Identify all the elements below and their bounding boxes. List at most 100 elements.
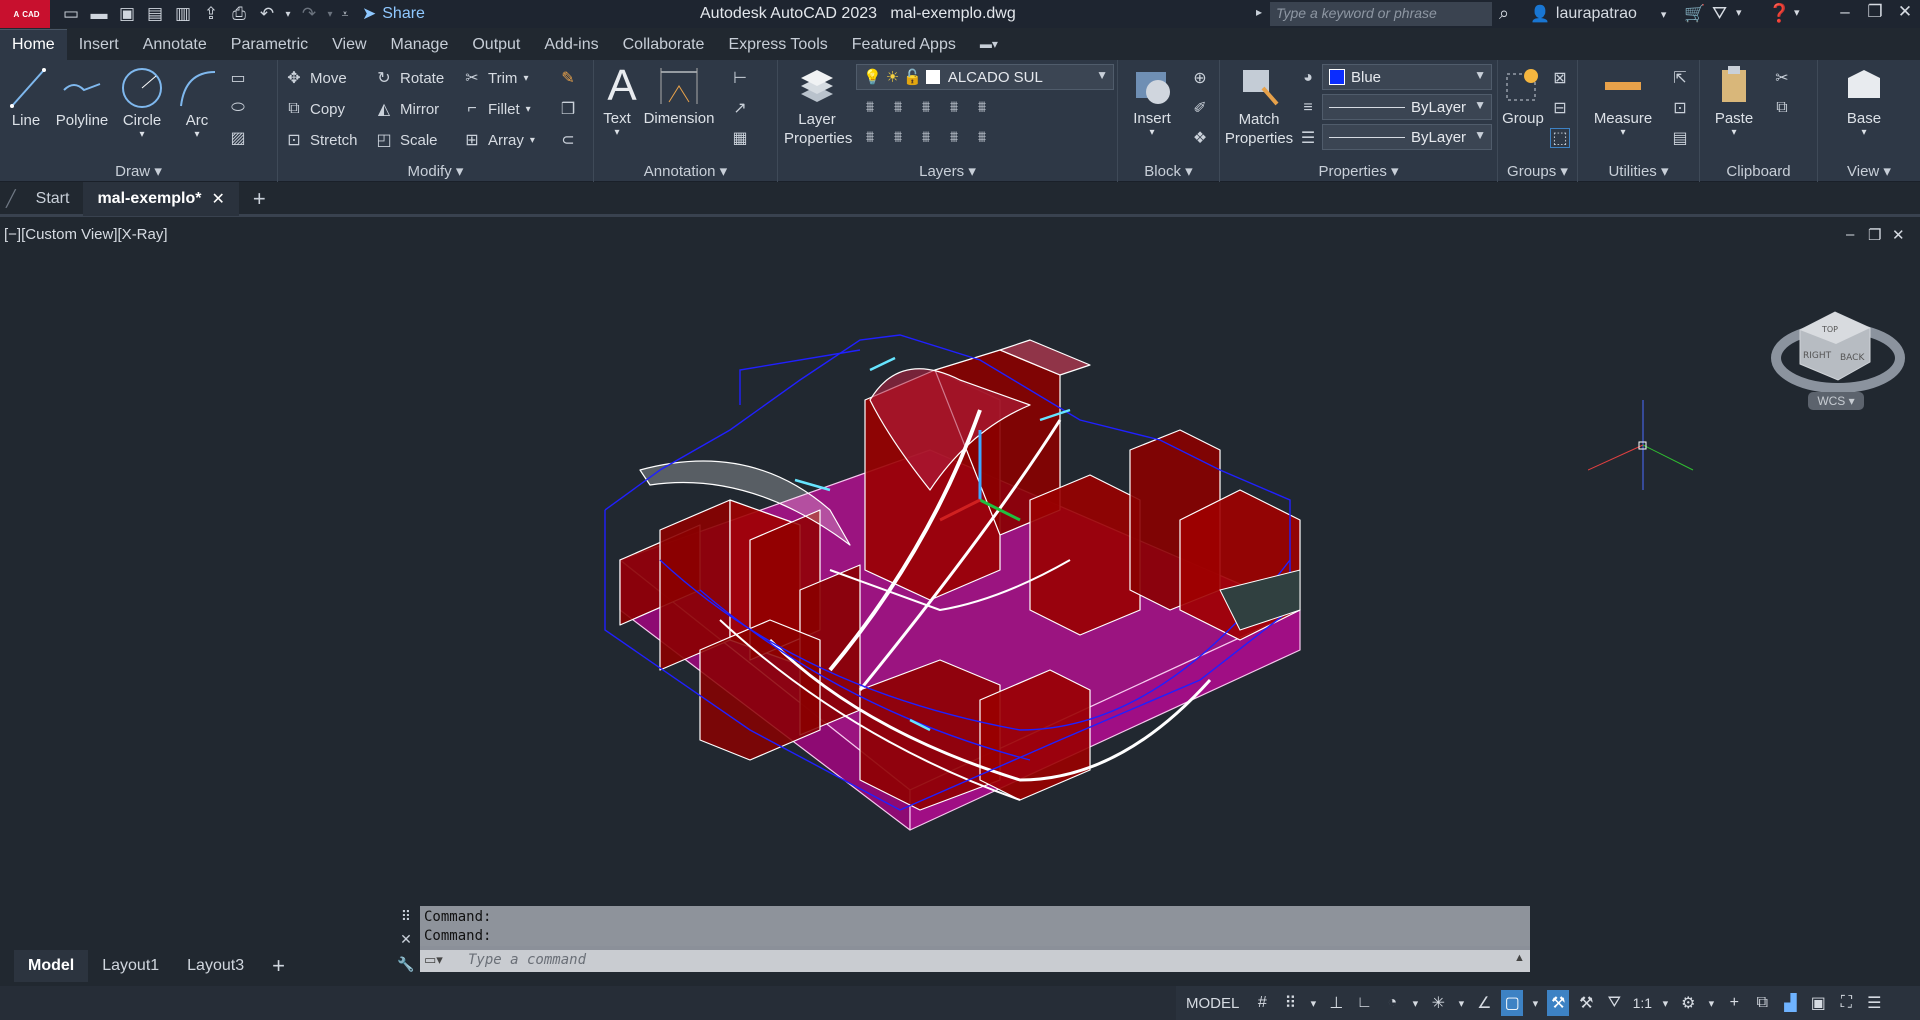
viewport-controls[interactable]: [−][Custom View][X-Ray]	[4, 226, 168, 243]
tab-add-ins[interactable]: Add-ins	[532, 30, 610, 60]
stretch-button[interactable]: ⊡ Stretch	[284, 130, 357, 150]
color-wheel-icon[interactable]: ◕	[1298, 68, 1318, 88]
polyline-button[interactable]: Polyline	[52, 66, 112, 129]
isodraft-icon[interactable]: ✳	[1427, 990, 1449, 1016]
restore-button[interactable]: ❐	[1860, 2, 1890, 26]
viewport-close-icon[interactable]: ✕	[1892, 226, 1905, 244]
autocad-logo[interactable]: A CAD	[0, 0, 50, 28]
viewcube-top-label[interactable]: TOP	[1821, 325, 1838, 334]
viewcube[interactable]: BACK RIGHT TOP WCS ▾	[1770, 290, 1910, 410]
command-prompt-icon[interactable]: ▭▾	[424, 952, 443, 968]
chevron-down-icon[interactable]: ▾	[1529, 990, 1541, 1016]
group-edit-icon[interactable]: ⊟	[1550, 98, 1570, 118]
open-folder-icon[interactable]: ▬	[86, 2, 112, 26]
plus-icon[interactable]: +	[1723, 990, 1745, 1016]
calculator-icon[interactable]: ▤	[1670, 128, 1690, 148]
redo-dropdown-icon[interactable]: ▾	[324, 2, 336, 26]
tab-annotate[interactable]: Annotate	[131, 30, 219, 60]
isolate-objects-icon[interactable]: ▣	[1807, 990, 1829, 1016]
undo-icon[interactable]: ↶	[254, 2, 280, 26]
scale-button[interactable]: ◰ Scale	[374, 130, 437, 150]
chevron-down-icon[interactable]: ▾	[1705, 990, 1717, 1016]
layer-lock-icon[interactable]: ⩩	[944, 98, 964, 118]
search-input[interactable]: Type a keyword or phrase	[1270, 2, 1492, 26]
clipboard-panel-title[interactable]: Clipboard	[1700, 163, 1817, 180]
lineweight-icon[interactable]: ≡	[1298, 98, 1318, 118]
block-panel-title[interactable]: Block ▾	[1118, 162, 1219, 180]
polar-tracking-icon[interactable]: ◔	[1381, 990, 1403, 1016]
annotation-panel-title[interactable]: Annotation ▾	[594, 162, 777, 180]
ungroup-icon[interactable]: ⊠	[1550, 68, 1570, 88]
autodesk-a360-icon[interactable]: ⛛	[1712, 3, 1727, 24]
view-panel-title[interactable]: View ▾	[1818, 162, 1920, 180]
text-button[interactable]: A Text ▾	[600, 61, 636, 138]
layer-dropdown[interactable]: 💡 ☀ 🔓 ALCADO SUL ▼	[856, 64, 1114, 90]
search-icon[interactable]: ⌕	[1499, 3, 1509, 24]
layer-walk-icon[interactable]: ⩩	[972, 128, 992, 148]
edit-attributes-icon[interactable]: ❖	[1190, 128, 1210, 148]
cut-icon[interactable]: ✂	[1772, 68, 1792, 88]
chevron-up-icon[interactable]: ▲	[1514, 952, 1525, 964]
line-button[interactable]: Line	[6, 66, 46, 129]
layer-properties-button[interactable]: Layer Properties	[784, 64, 852, 148]
hardware-acceleration-icon[interactable]: ▟	[1779, 990, 1801, 1016]
trim-button[interactable]: ✂ Trim ▾	[462, 68, 528, 88]
customization-menu-icon[interactable]: ☰	[1863, 990, 1885, 1016]
mirror-button[interactable]: ◭ Mirror	[374, 99, 439, 119]
viewport-restore-icon[interactable]: ❐	[1868, 226, 1881, 244]
color-dropdown[interactable]: Blue ▼	[1322, 64, 1492, 90]
dimension-button[interactable]: Dimension	[640, 64, 718, 127]
annotation-visibility-icon[interactable]: ⚒	[1547, 990, 1570, 1016]
save-icon[interactable]: ▣	[114, 2, 140, 26]
tab-model[interactable]: Model	[14, 950, 89, 982]
ribbon-minimize-icon[interactable]: ▬▾	[968, 31, 1010, 60]
start-tab[interactable]: Start	[22, 182, 84, 216]
close-button[interactable]: ✕	[1890, 2, 1920, 26]
layers-panel-title[interactable]: Layers ▾	[778, 162, 1117, 180]
leader-icon[interactable]: ↗	[730, 98, 750, 118]
export-icon[interactable]: ⇪	[198, 2, 224, 26]
chevron-down-icon[interactable]: ▾	[1455, 990, 1467, 1016]
layer-match-icon[interactable]: ⩩	[972, 98, 992, 118]
groups-panel-title[interactable]: Groups ▾	[1498, 162, 1577, 180]
chevron-down-icon[interactable]: ▾	[1736, 6, 1742, 19]
help-icon[interactable]: ❓	[1768, 3, 1790, 24]
command-input[interactable]: Type a command	[420, 950, 1530, 972]
fillet-button[interactable]: ⌐ Fillet ▾	[462, 99, 530, 119]
properties-panel-title[interactable]: Properties ▾	[1220, 162, 1497, 180]
close-icon[interactable]: ✕	[392, 931, 420, 948]
ellipse-icon[interactable]: ⬭	[228, 98, 248, 118]
user-menu[interactable]: 👤 laurapatrao ▾	[1530, 4, 1666, 24]
grip-icon[interactable]: ⠿	[392, 908, 420, 925]
object-snap-tracking-icon[interactable]: ∠	[1473, 990, 1495, 1016]
paste-button[interactable]: Paste ▾	[1706, 64, 1762, 138]
tab-output[interactable]: Output	[460, 30, 532, 60]
viewcube-right-label[interactable]: RIGHT	[1803, 351, 1832, 361]
quick-select-icon[interactable]: ⇱	[1670, 68, 1690, 88]
move-button[interactable]: ✥ Move	[284, 68, 346, 88]
measure-button[interactable]: Measure ▾	[1586, 64, 1660, 138]
tab-collaborate[interactable]: Collaborate	[611, 30, 717, 60]
layer-off-icon[interactable]: ⩩	[860, 98, 880, 118]
new-file-icon[interactable]: ▭	[58, 2, 84, 26]
draw-panel-title[interactable]: Draw ▾	[0, 162, 277, 180]
ortho-icon[interactable]: ∟	[1353, 990, 1375, 1016]
dynamic-ucs-icon[interactable]: ⊥	[1325, 990, 1347, 1016]
grid-icon[interactable]: #	[1251, 990, 1273, 1016]
tab-menu-icon[interactable]: ╱	[0, 182, 22, 216]
redo-icon[interactable]: ↷	[296, 2, 322, 26]
create-block-icon[interactable]: ⊕	[1190, 68, 1210, 88]
rotate-button[interactable]: ↻ Rotate	[374, 68, 444, 88]
modify-panel-title[interactable]: Modify ▾	[278, 162, 593, 180]
layer-unisolate-icon[interactable]: ⩩	[888, 128, 908, 148]
insert-button[interactable]: Insert ▾	[1124, 64, 1180, 138]
arc-button[interactable]: Arc ▾	[174, 66, 220, 140]
tab-featured-apps[interactable]: Featured Apps	[840, 30, 968, 60]
open-web-icon[interactable]: ▥	[170, 2, 196, 26]
rectangle-icon[interactable]: ▭	[228, 68, 248, 88]
annotation-scale-icon[interactable]: ⛛	[1603, 990, 1625, 1016]
tab-home[interactable]: Home	[0, 29, 67, 60]
match-properties-button[interactable]: Match Properties	[1224, 64, 1294, 148]
explode-icon[interactable]: ❒	[558, 99, 578, 119]
offset-icon[interactable]: ⊂	[558, 130, 578, 150]
